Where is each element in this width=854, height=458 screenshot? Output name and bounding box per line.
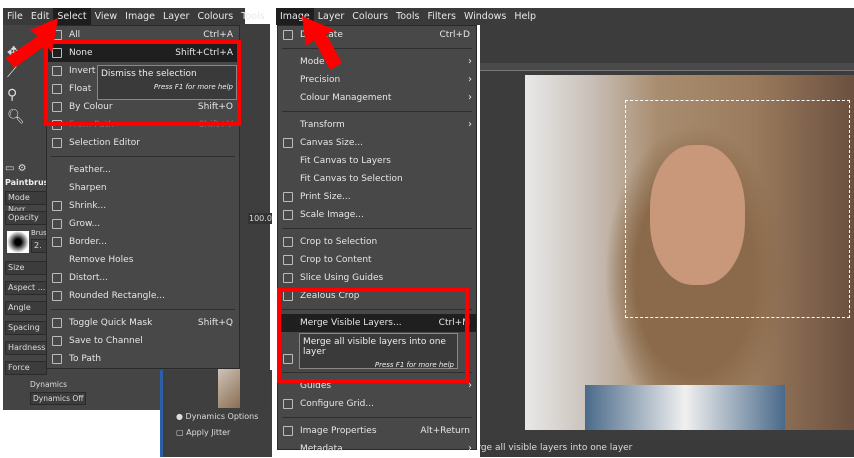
arrow-select [6, 18, 58, 68]
arrow-to-select-icon [6, 16, 342, 70]
arrow-image [302, 16, 342, 70]
